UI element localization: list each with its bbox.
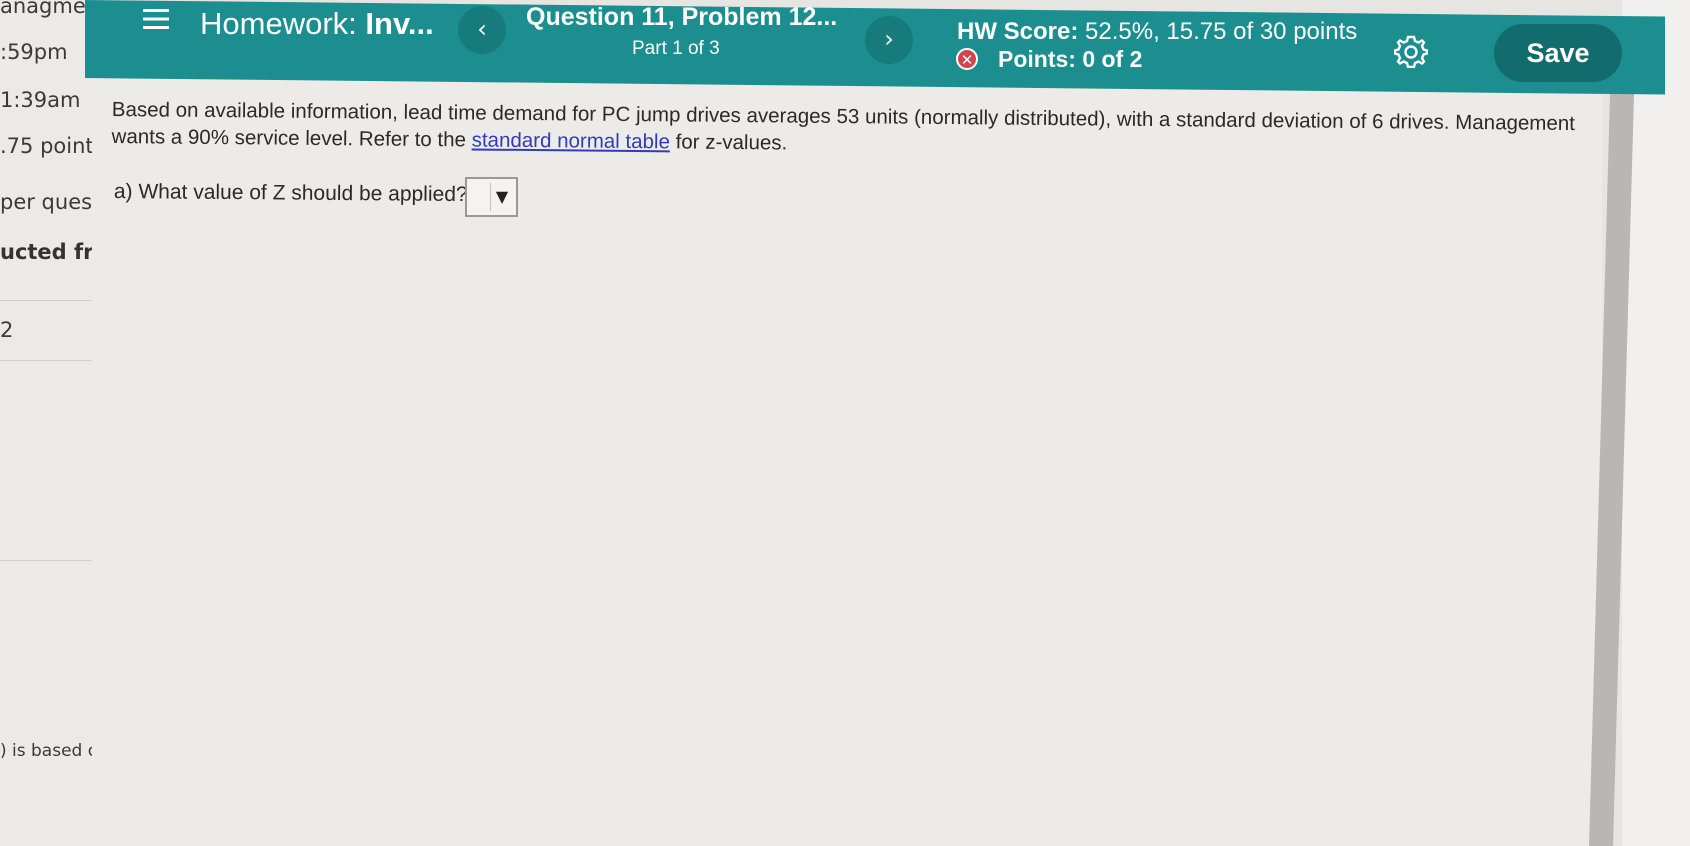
x-circle-icon: ✕ [956, 48, 978, 70]
menu-icon[interactable] [143, 6, 169, 40]
background-text-4: .75 point [0, 134, 94, 158]
gear-icon[interactable] [1393, 34, 1429, 69]
hw-score: HW Score: 52.5%, 15.75 of 30 points [957, 18, 1357, 46]
next-question-button[interactable]: › [865, 16, 913, 64]
points-status: Points: 0 of 2 [998, 46, 1143, 72]
background-text-3: 1:39am [0, 88, 81, 112]
background-text-1: anagme [0, 0, 86, 18]
z-value-dropdown[interactable]: ▼ [465, 177, 518, 217]
standard-normal-table-link[interactable]: standard normal table [472, 128, 671, 153]
screen: anagme :59pm 1:39am .75 point per quest … [0, 0, 1690, 846]
hw-score-label: HW Score: [957, 18, 1079, 45]
question-a-label: a) What value of Z should be applied? [113, 180, 468, 207]
chevron-right-icon: › [884, 25, 894, 53]
menu-icon-glyph [143, 9, 169, 29]
previous-question-button[interactable]: ‹ [458, 6, 506, 54]
question-part: Part 1 of 3 [632, 38, 720, 59]
chevron-left-icon: ‹ [477, 15, 487, 43]
hw-score-value: 52.5%, 15.75 of 30 points [1085, 18, 1358, 45]
chevron-down-icon: ▼ [490, 183, 513, 211]
gear-icon-glyph [1393, 35, 1429, 69]
save-button[interactable]: Save [1494, 24, 1622, 82]
homework-label: Homework: [200, 6, 357, 41]
problem-text-end: for z-values. [669, 130, 788, 155]
homework-title[interactable]: Homework: Inv... [200, 6, 434, 42]
question-title[interactable]: Question 11, Problem 12... [526, 3, 837, 32]
background-text-5: per quest [0, 190, 101, 214]
background-text-2: :59pm [0, 40, 68, 64]
homework-name: Inv... [365, 6, 434, 41]
background-text-7: 2 [0, 318, 14, 342]
